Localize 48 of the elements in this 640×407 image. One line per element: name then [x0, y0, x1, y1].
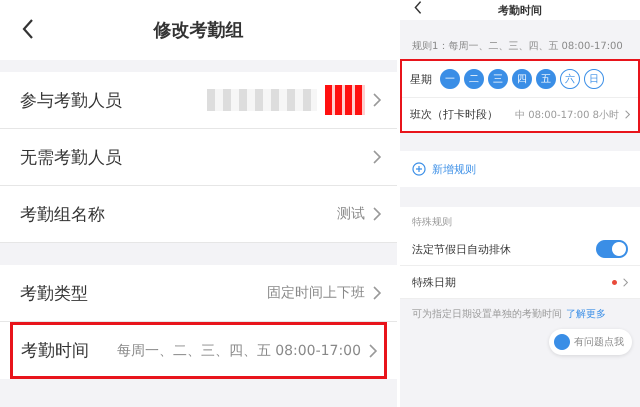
row-label: 星期 [410, 72, 432, 86]
avatar-icon [554, 334, 570, 350]
settings-row[interactable]: 特殊日期 [400, 266, 640, 299]
row-label: 考勤时间 [21, 340, 89, 362]
weekday-toggle[interactable]: 五 [536, 69, 556, 89]
help-button[interactable]: 有问题点我 [549, 329, 632, 355]
back-icon[interactable] [414, 1, 422, 14]
section-title: 特殊规则 [400, 207, 640, 233]
add-rule-label: 新增规则 [432, 162, 476, 176]
chevron-right-icon [625, 110, 630, 119]
chevron-right-icon [369, 344, 377, 358]
row-label: 考勤组名称 [20, 204, 105, 226]
settings-row[interactable]: 考勤组名称 测试 [0, 186, 397, 243]
weekday-toggle[interactable]: 日 [584, 69, 604, 89]
settings-row[interactable]: 参与考勤人员 [0, 72, 397, 129]
chevron-right-icon [373, 286, 381, 300]
add-circle-icon [412, 162, 426, 176]
weekday-toggle[interactable]: 六 [560, 69, 580, 89]
redacted-block [325, 85, 365, 115]
weekday-toggle[interactable]: 一 [440, 69, 460, 89]
add-rule-button[interactable]: 新增规则 [400, 151, 640, 187]
screen-title: 考勤时间 [498, 2, 542, 18]
weekday-toggle[interactable]: 二 [464, 69, 484, 89]
row-label: 参与考勤人员 [20, 90, 122, 112]
settings-row[interactable]: 无需考勤人员 [0, 129, 397, 186]
row-value: 测试 [337, 205, 365, 223]
toggle-switch[interactable] [596, 240, 628, 258]
row-label: 法定节假日自动排休 [412, 242, 511, 256]
chevron-right-icon [623, 278, 628, 286]
row-label: 班次（打卡时段） [410, 107, 498, 122]
weekday-toggle[interactable]: 三 [488, 69, 508, 89]
row-value: 固定时间上下班 [267, 284, 365, 302]
back-icon[interactable] [22, 19, 34, 39]
row-label: 无需考勤人员 [20, 146, 122, 168]
row-value: 中 08:00-17:00 8小时 [515, 108, 619, 122]
row-value: 每周一、二、三、四、五 08:00-17:00 [116, 342, 361, 360]
learn-more-link[interactable]: 了解更多 [566, 307, 606, 321]
weekday-toggle[interactable]: 四 [512, 69, 532, 89]
screen-title: 修改考勤组 [154, 19, 244, 42]
settings-row[interactable]: 考勤时间 每周一、二、三、四、五 08:00-17:00 [10, 322, 387, 379]
settings-row[interactable]: 法定节假日自动排休 [400, 233, 640, 266]
chevron-right-icon [373, 207, 381, 221]
row-label: 特殊日期 [412, 274, 456, 290]
hint-text: 可为指定日期设置单独的考勤时间 [412, 308, 562, 321]
chevron-right-icon [373, 150, 381, 164]
row-label: 考勤类型 [20, 282, 88, 304]
chevron-right-icon [373, 93, 381, 107]
settings-row[interactable]: 考勤类型 固定时间上下班 [0, 265, 397, 322]
